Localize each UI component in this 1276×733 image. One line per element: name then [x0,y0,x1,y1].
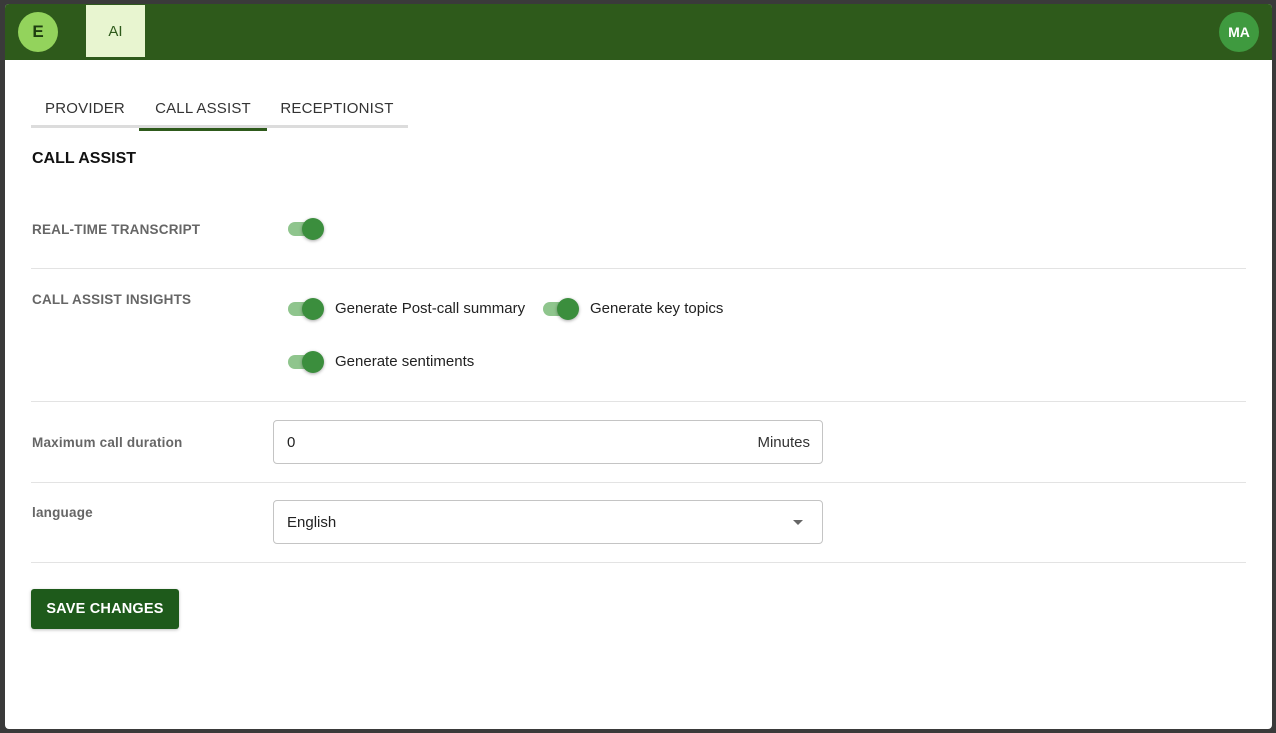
user-avatar[interactable]: MA [1219,12,1259,52]
key-topics-label[interactable]: Generate key topics [590,300,723,317]
realtime-transcript-toggle[interactable] [286,217,326,241]
divider [31,268,1246,269]
app-window: E AI MA PROVIDER CALL ASSIST RECEPTIONIS… [5,4,1272,729]
nav-item-ai[interactable]: AI [86,5,145,57]
max-duration-input[interactable]: 0 Minutes [273,420,823,464]
top-bar: E AI MA [5,4,1272,60]
app-logo-letter: E [32,22,44,41]
save-changes-label: SAVE CHANGES [46,601,164,617]
post-call-summary-toggle[interactable] [286,297,326,321]
nav-item-ai-label: AI [108,22,123,40]
toggle-thumb [302,218,324,240]
realtime-transcript-label: REAL-TIME TRANSCRIPT [32,222,201,237]
language-selected-value: English [287,514,337,531]
divider [31,562,1246,563]
chevron-down-icon[interactable] [793,520,803,525]
divider [31,401,1246,402]
max-duration-value: 0 [287,434,296,451]
tab-provider-label: PROVIDER [45,99,125,117]
settings-tabs: PROVIDER CALL ASSIST RECEPTIONIST [31,88,408,131]
sentiments-toggle[interactable] [286,350,326,374]
key-topics-toggle[interactable] [541,297,581,321]
language-select[interactable]: English [273,500,823,544]
section-title: CALL ASSIST [32,150,137,167]
language-label: language [32,505,93,520]
save-changes-button[interactable]: SAVE CHANGES [31,589,179,629]
tab-call-assist-label: CALL ASSIST [155,99,251,117]
toggle-thumb [302,298,324,320]
post-call-summary-label[interactable]: Generate Post-call summary [335,300,525,317]
max-duration-label: Maximum call duration [32,435,183,450]
sentiments-label[interactable]: Generate sentiments [335,353,474,370]
call-assist-insights-label: CALL ASSIST INSIGHTS [32,292,192,307]
divider [31,482,1246,483]
app-logo[interactable]: E [18,12,58,52]
tab-receptionist[interactable]: RECEPTIONIST [267,88,407,128]
tab-call-assist[interactable]: CALL ASSIST [139,88,267,131]
toggle-thumb [557,298,579,320]
user-avatar-initials: MA [1228,24,1250,40]
tab-receptionist-label: RECEPTIONIST [280,99,394,117]
toggle-thumb [302,351,324,373]
max-duration-unit: Minutes [757,434,810,451]
tab-provider[interactable]: PROVIDER [31,88,139,128]
